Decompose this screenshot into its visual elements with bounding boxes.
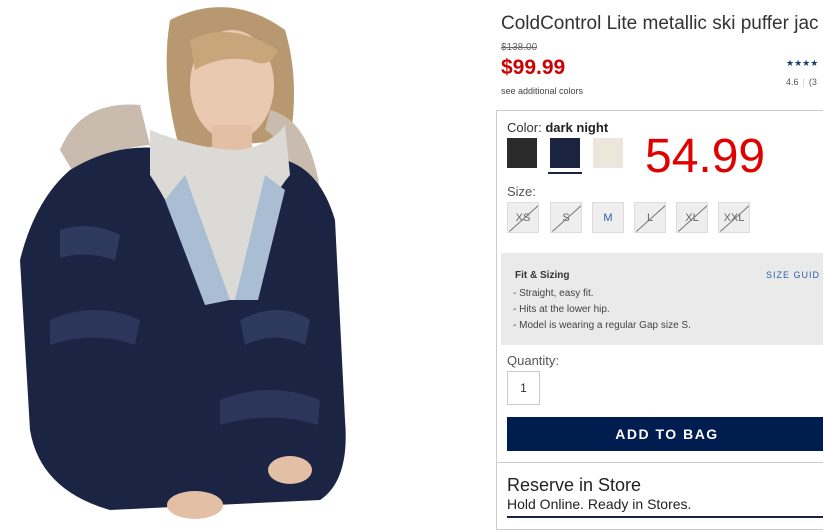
size-option-label: S bbox=[562, 211, 570, 224]
reserve-in-store-button-edge[interactable] bbox=[507, 516, 823, 518]
see-additional-colors-link[interactable]: see additional colors bbox=[501, 86, 583, 96]
rating-summary[interactable]: 4.6 | (3 bbox=[786, 77, 817, 87]
fit-item: - Straight, easy fit. bbox=[513, 288, 594, 299]
model-in-puffer-jacket-image bbox=[0, 0, 490, 522]
size-option-label: L bbox=[646, 211, 654, 224]
color-swatch-cream[interactable] bbox=[593, 138, 623, 168]
reserve-in-store-subtitle: Hold Online. Ready in Stores. bbox=[507, 496, 692, 512]
rating-value: 4.6 bbox=[786, 77, 799, 87]
size-option-label: XL bbox=[685, 211, 699, 224]
size-guide-link[interactable]: SIZE GUID bbox=[766, 270, 820, 280]
rating-separator: | bbox=[802, 77, 805, 87]
review-count: (3 bbox=[808, 77, 817, 87]
fit-and-sizing-title: Fit & Sizing bbox=[515, 270, 570, 281]
size-option-l[interactable]: L bbox=[634, 202, 666, 233]
color-swatch-dark-night[interactable] bbox=[550, 138, 580, 168]
overlay-price-annotation: 54.99 bbox=[645, 130, 766, 183]
quantity-label: Quantity: bbox=[507, 353, 560, 368]
size-label: Size: bbox=[507, 184, 536, 199]
quantity-input[interactable]: 1 bbox=[507, 371, 540, 405]
fit-and-sizing-box bbox=[501, 253, 823, 345]
reserve-in-store-title: Reserve in Store bbox=[507, 475, 642, 495]
color-label: Color: dark night bbox=[507, 120, 608, 135]
sale-price: $99.99 bbox=[501, 56, 566, 79]
original-price: $138.00 bbox=[501, 42, 538, 53]
size-option-label: XXL bbox=[723, 211, 745, 224]
add-to-bag-button[interactable]: ADD TO BAG bbox=[507, 417, 823, 451]
color-swatch-black[interactable] bbox=[507, 138, 537, 168]
size-option-label: XS bbox=[515, 211, 531, 224]
size-option-xl[interactable]: XL bbox=[676, 202, 708, 233]
fit-item: - Hits at the lower hip. bbox=[513, 304, 610, 315]
rating-stars[interactable]: ★★★★ bbox=[786, 58, 818, 69]
product-title: ColdControl Lite metallic ski puffer jac bbox=[501, 13, 819, 34]
selected-swatch-indicator bbox=[548, 172, 582, 174]
size-option-s[interactable]: S bbox=[550, 202, 582, 233]
product-image[interactable] bbox=[0, 0, 490, 522]
size-option-xs[interactable]: XS bbox=[507, 202, 539, 233]
size-option-label: M bbox=[603, 211, 613, 224]
fit-item: - Model is wearing a regular Gap size S. bbox=[513, 320, 691, 331]
selected-color-name: dark night bbox=[545, 120, 609, 135]
size-option-m[interactable]: M bbox=[592, 202, 624, 233]
size-option-xxl[interactable]: XXL bbox=[718, 202, 750, 233]
color-label-text: Color: bbox=[507, 120, 542, 135]
section-divider bbox=[496, 462, 823, 463]
